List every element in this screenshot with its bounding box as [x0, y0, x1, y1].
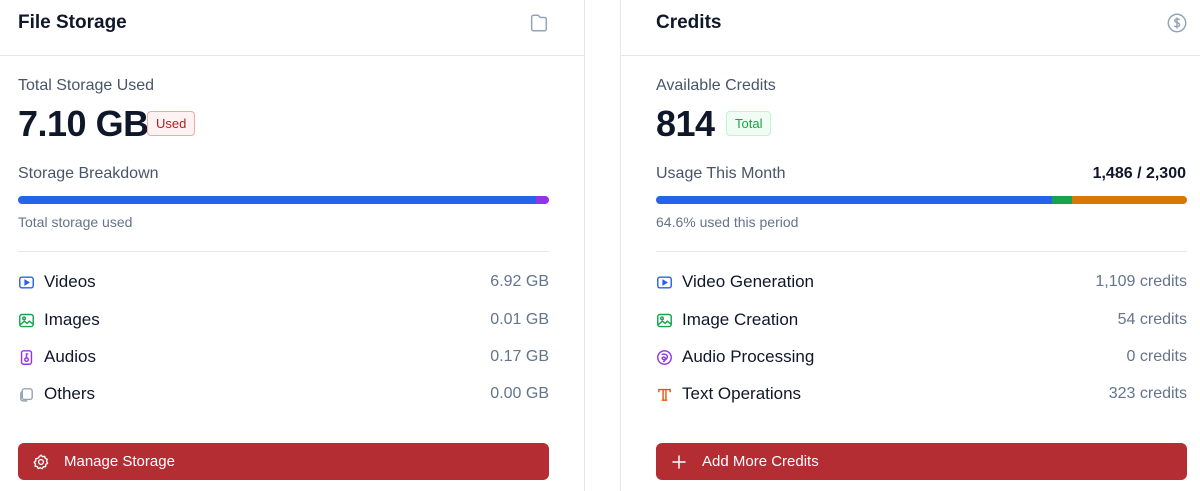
credits-row-label: Image Creation — [682, 310, 799, 329]
storage-row-others: Others 0.00 GB — [18, 382, 549, 406]
image-icon — [656, 312, 673, 329]
credits-bar-segment — [656, 196, 1053, 204]
credits-progress-bar — [656, 196, 1187, 204]
credits-row-value: 323 credits — [1108, 385, 1187, 402]
audio-wave-icon — [656, 349, 673, 366]
total-storage-label: Total Storage Used — [18, 77, 155, 94]
storage-row-label: Videos — [44, 272, 96, 291]
credits-panel: Credits Available Credits 814 Total Usag… — [620, 0, 1200, 491]
credits-bar-caption: 64.6% used this period — [656, 214, 799, 230]
credits-divider — [656, 251, 1187, 252]
credits-row-value: 54 credits — [1117, 311, 1187, 328]
available-credits-value: 814 — [656, 103, 715, 144]
file-storage-title: File Storage — [18, 12, 127, 33]
storage-bar-caption: Total storage used — [18, 214, 133, 230]
file-storage-header: File Storage — [0, 0, 584, 56]
add-more-credits-button[interactable]: Add More Credits — [656, 443, 1187, 480]
folder-icon — [528, 12, 550, 34]
video-icon — [18, 274, 35, 291]
storage-row-label: Others — [44, 384, 96, 403]
files-icon — [18, 386, 35, 403]
total-badge: Total — [726, 111, 772, 136]
credits-row-label: Text Operations — [682, 384, 802, 403]
file-storage-panel: File Storage Total Storage Used 7.10 GB … — [0, 0, 585, 491]
credits-row-video-generation: Video Generation 1,109 credits — [656, 270, 1187, 294]
credits-row-label: Video Generation — [682, 272, 815, 291]
storage-progress-bar — [18, 196, 549, 204]
usage-month-label: Usage This Month — [656, 165, 786, 182]
storage-row-videos: Videos 6.92 GB — [18, 270, 549, 294]
storage-row-images: Images 0.01 GB — [18, 308, 549, 332]
credits-bar-segment — [1071, 196, 1187, 204]
manage-storage-label: Manage Storage — [64, 453, 175, 470]
credits-bar-segment — [1052, 196, 1072, 204]
dollar-circle-icon — [1166, 12, 1188, 34]
image-icon — [18, 312, 35, 329]
storage-divider — [18, 251, 549, 252]
credits-row-label: Audio Processing — [682, 347, 815, 366]
add-more-credits-label: Add More Credits — [702, 453, 819, 470]
gear-icon — [32, 453, 50, 471]
credits-row-image-creation: Image Creation 54 credits — [656, 308, 1187, 332]
credits-row-value: 0 credits — [1126, 348, 1187, 365]
credits-header: Credits — [621, 0, 1200, 56]
storage-breakdown-label: Storage Breakdown — [18, 165, 159, 182]
storage-row-value: 0.00 GB — [490, 385, 549, 402]
total-storage-value: 7.10 GB — [18, 103, 149, 144]
manage-storage-button[interactable]: Manage Storage — [18, 443, 549, 480]
storage-bar-segment — [18, 196, 536, 204]
available-credits-label: Available Credits — [656, 77, 776, 94]
storage-bar-segment — [536, 196, 549, 204]
storage-row-value: 6.92 GB — [490, 273, 549, 290]
storage-row-label: Audios — [44, 347, 96, 366]
storage-row-value: 0.01 GB — [490, 311, 549, 328]
storage-row-value: 0.17 GB — [490, 348, 549, 365]
text-icon — [656, 386, 673, 403]
credits-row-audio-processing: Audio Processing 0 credits — [656, 345, 1187, 369]
usage-count: 1,486 / 2,300 — [1092, 165, 1186, 182]
credits-title: Credits — [656, 12, 722, 33]
storage-row-label: Images — [44, 310, 100, 329]
credits-row-value: 1,109 credits — [1095, 273, 1187, 290]
used-badge: Used — [147, 111, 196, 136]
video-icon — [656, 274, 673, 291]
plus-icon — [670, 453, 688, 471]
credits-row-text-operations: Text Operations 323 credits — [656, 382, 1187, 406]
storage-row-audios: Audios 0.17 GB — [18, 345, 549, 369]
audio-file-icon — [18, 349, 35, 366]
